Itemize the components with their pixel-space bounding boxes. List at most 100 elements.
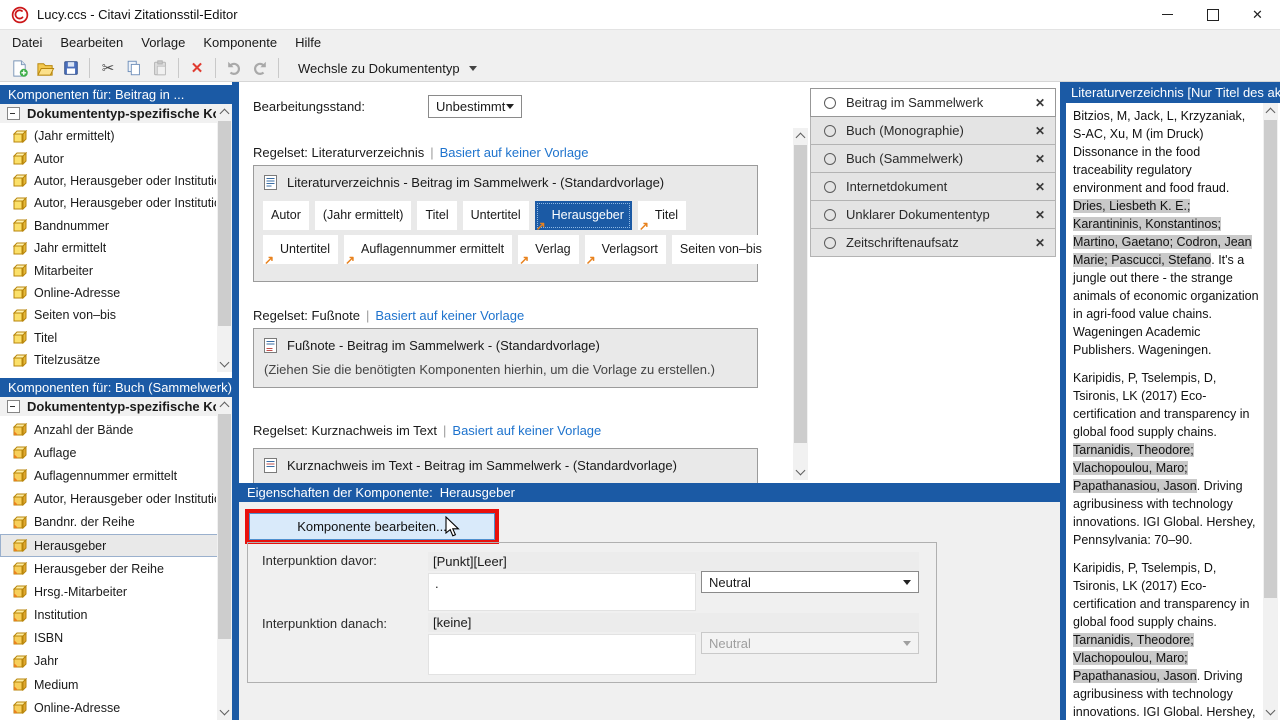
- component-chip[interactable]: ↗Untertitel: [263, 235, 338, 264]
- sidebar-component-item[interactable]: Herausgeber der Reihe: [0, 557, 232, 580]
- new-style-button[interactable]: [6, 57, 32, 80]
- sidebar-component-item[interactable]: Autor: [0, 147, 232, 169]
- close-tab-icon[interactable]: ✕: [1035, 180, 1045, 194]
- sidebar-component-item[interactable]: ISBN: [0, 627, 232, 650]
- sidebar-component-item[interactable]: Anzahl der Bände: [0, 418, 232, 441]
- sidebar-component-item[interactable]: Titelzusätze: [0, 349, 232, 371]
- sidebar-component-item[interactable]: Bandnr. der Reihe: [0, 511, 232, 534]
- cut-button[interactable]: ✂: [95, 57, 121, 80]
- component-chip[interactable]: ↗Titel: [638, 201, 686, 230]
- scroll-up-icon[interactable]: [1263, 103, 1278, 119]
- component-chip[interactable]: ↗Untertitel: [463, 201, 529, 230]
- sidebar-component-item[interactable]: Auflage: [0, 441, 232, 464]
- close-tab-icon[interactable]: ✕: [1035, 208, 1045, 222]
- menu-item[interactable]: Vorlage: [132, 32, 194, 53]
- sidebar-component-item[interactable]: Titel: [0, 327, 232, 349]
- tree-group-header[interactable]: Dokumententyp-spezifische Ko...: [0, 397, 232, 416]
- collapse-icon[interactable]: [7, 400, 20, 413]
- close-tab-icon[interactable]: ✕: [1035, 152, 1045, 166]
- close-tab-icon[interactable]: ✕: [1035, 96, 1045, 110]
- doctype-tab[interactable]: Internetdokument ✕: [810, 172, 1056, 201]
- based-on-template-link[interactable]: Basiert auf keiner Vorlage: [375, 308, 524, 323]
- component-chip[interactable]: ↗Autor: [263, 201, 309, 230]
- maximize-button[interactable]: [1190, 0, 1235, 29]
- sidebar-component-item[interactable]: Seiten von–bis: [0, 304, 232, 326]
- template-box-bibliography[interactable]: Literaturverzeichnis - Beitrag im Sammel…: [253, 165, 758, 282]
- cut-icon: ✂: [102, 61, 115, 76]
- scroll-down-icon[interactable]: [1263, 704, 1278, 720]
- menu-item[interactable]: Datei: [3, 32, 51, 53]
- punctuation-after-input[interactable]: [428, 634, 696, 675]
- component-cube-icon: [13, 516, 27, 529]
- doctype-tab[interactable]: Unklarer Dokumententyp ✕: [810, 200, 1056, 229]
- scroll-down-icon[interactable]: [217, 356, 232, 372]
- redo-button[interactable]: [247, 57, 273, 80]
- scrollbar-thumb[interactable]: [794, 145, 807, 443]
- highlighted-component-text: Tarnanidis, Theodore; Vlachopoulou, Maro…: [1073, 633, 1197, 683]
- component-chip[interactable]: ↗Verlagsort: [585, 235, 666, 264]
- open-button[interactable]: [32, 57, 58, 80]
- component-chip[interactable]: ↗Verlag: [518, 235, 578, 264]
- tree-group-header[interactable]: Dokumententyp-spezifische Ko...: [0, 104, 232, 123]
- sidebar-component-item[interactable]: Jahr ermittelt: [0, 237, 232, 259]
- sidebar-component-item[interactable]: Auflagennummer ermittelt: [0, 464, 232, 487]
- scrollbar[interactable]: [217, 104, 232, 372]
- sidebar-component-item[interactable]: (Jahr ermittelt): [0, 125, 232, 147]
- component-chip[interactable]: ↗Herausgeber: [535, 201, 632, 230]
- sidebar-component-item[interactable]: Herausgeber: [0, 534, 232, 557]
- pane-divider[interactable]: [232, 82, 239, 720]
- menu-item[interactable]: Komponente: [194, 32, 286, 53]
- punctuation-before-input[interactable]: .: [428, 573, 696, 611]
- scrollbar-thumb[interactable]: [218, 414, 231, 639]
- undo-button[interactable]: [221, 57, 247, 80]
- scrollbar[interactable]: [217, 397, 232, 720]
- close-tab-icon[interactable]: ✕: [1035, 236, 1045, 250]
- scroll-up-icon[interactable]: [793, 128, 808, 144]
- menu-item[interactable]: Bearbeiten: [51, 32, 132, 53]
- menu-item[interactable]: Hilfe: [286, 32, 330, 53]
- scrollbar[interactable]: [1263, 103, 1278, 720]
- template-box-footnote[interactable]: Fußnote - Beitrag im Sammelwerk - (Stand…: [253, 328, 758, 388]
- sidebar-component-item[interactable]: Online-Adresse: [0, 282, 232, 304]
- bearbeitungsstand-dropdown[interactable]: Unbestimmt: [428, 95, 522, 118]
- sidebar-component-item[interactable]: Online-Adresse: [0, 696, 232, 719]
- based-on-template-link[interactable]: Basiert auf keiner Vorlage: [440, 145, 589, 160]
- template-box-intext[interactable]: Kurznachweis im Text - Beitrag im Sammel…: [253, 448, 758, 483]
- sidebar-component-item[interactable]: Hrsg.-Mitarbeiter: [0, 580, 232, 603]
- switch-doctype-dropdown[interactable]: Wechsle zu Dokumententyp: [284, 57, 489, 80]
- doctype-tab[interactable]: Buch (Sammelwerk) ✕: [810, 144, 1056, 173]
- sidebar-component-item[interactable]: Autor, Herausgeber oder Institution: [0, 488, 232, 511]
- window-title: Lucy.ccs - Citavi Zitationsstil-Editor: [37, 7, 238, 22]
- sidebar-component-item[interactable]: Mitarbeiter: [0, 259, 232, 281]
- collapse-icon[interactable]: [7, 107, 20, 120]
- scroll-up-icon[interactable]: [217, 397, 232, 413]
- component-chip[interactable]: ↗Seiten von–bis: [672, 235, 770, 264]
- component-chip[interactable]: ↗Titel: [417, 201, 456, 230]
- doctype-tab[interactable]: Zeitschriftenaufsatz ✕: [810, 228, 1056, 257]
- component-chip[interactable]: ↗(Jahr ermittelt): [315, 201, 412, 230]
- close-button[interactable]: ✕: [1235, 0, 1280, 29]
- scroll-down-icon[interactable]: [217, 704, 232, 720]
- sidebar-component-item[interactable]: Autor, Herausgeber oder Institution: [0, 170, 232, 192]
- delete-button[interactable]: ✕: [184, 57, 210, 80]
- sidebar-component-item[interactable]: Jahr: [0, 650, 232, 673]
- sidebar-component-item[interactable]: Institution: [0, 604, 232, 627]
- copy-button[interactable]: [121, 57, 147, 80]
- scrollbar-thumb[interactable]: [1264, 120, 1277, 598]
- doctype-tab[interactable]: Beitrag im Sammelwerk ✕: [810, 88, 1056, 117]
- scrollbar[interactable]: [793, 128, 808, 480]
- doctype-tab[interactable]: Buch (Monographie) ✕: [810, 116, 1056, 145]
- save-button[interactable]: [58, 57, 84, 80]
- paste-button[interactable]: [147, 57, 173, 80]
- scroll-up-icon[interactable]: [217, 104, 232, 120]
- component-chip[interactable]: ↗Auflagennummer ermittelt: [344, 235, 512, 264]
- based-on-template-link[interactable]: Basiert auf keiner Vorlage: [452, 423, 601, 438]
- sidebar-component-item[interactable]: Medium: [0, 673, 232, 696]
- sidebar-component-item[interactable]: Autor, Herausgeber oder Institution...: [0, 192, 232, 214]
- scroll-down-icon[interactable]: [793, 464, 808, 480]
- minimize-button[interactable]: [1145, 0, 1190, 29]
- sidebar-component-item[interactable]: Bandnummer: [0, 215, 232, 237]
- close-tab-icon[interactable]: ✕: [1035, 124, 1045, 138]
- scrollbar-thumb[interactable]: [218, 121, 231, 326]
- punctuation-before-dropdown[interactable]: Neutral: [701, 571, 919, 593]
